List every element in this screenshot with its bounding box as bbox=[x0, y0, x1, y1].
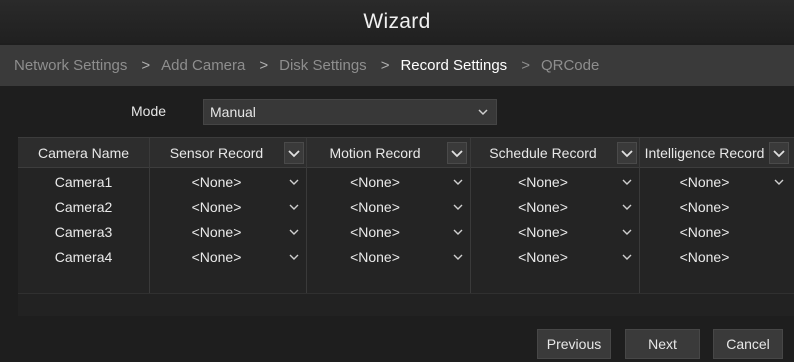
sensor-record-select[interactable]: <None> bbox=[149, 169, 284, 194]
chevron-down-icon[interactable] bbox=[773, 176, 785, 188]
camera-name-cell: Camera2 bbox=[54, 198, 113, 215]
record-settings-table: Camera Name Sensor Record Motion Record … bbox=[18, 137, 794, 316]
next-button[interactable]: Next bbox=[625, 329, 700, 359]
wizard-window: Wizard Network Settings > Add Camera > D… bbox=[0, 0, 794, 362]
chevron-down-icon[interactable] bbox=[452, 201, 464, 213]
previous-button[interactable]: Previous bbox=[537, 329, 611, 359]
chevron-down-icon bbox=[451, 150, 463, 158]
step-add-camera[interactable]: Add Camera bbox=[161, 57, 245, 74]
step-separator: > bbox=[259, 57, 269, 74]
sensor-record-select[interactable]: <None> bbox=[149, 244, 284, 269]
chevron-down-icon[interactable] bbox=[288, 226, 300, 238]
intelligence-record-select[interactable]: <None> bbox=[639, 219, 770, 244]
chevron-down-icon[interactable] bbox=[452, 251, 464, 263]
schedule-record-dropdown-button[interactable] bbox=[617, 142, 637, 164]
wizard-steps: Network Settings > Add Camera > Disk Set… bbox=[0, 45, 794, 86]
header-sensor-record: Sensor Record bbox=[169, 145, 264, 161]
intelligence-record-select[interactable]: <None> bbox=[639, 244, 770, 269]
sensor-record-select[interactable]: <None> bbox=[149, 219, 284, 244]
mode-label: Mode bbox=[131, 103, 167, 119]
chevron-down-icon bbox=[478, 109, 488, 116]
step-disk-settings[interactable]: Disk Settings bbox=[279, 57, 367, 74]
chevron-down-icon bbox=[773, 150, 785, 158]
step-separator: > bbox=[141, 57, 151, 74]
chevron-down-icon bbox=[621, 150, 633, 158]
chevron-down-icon[interactable] bbox=[288, 251, 300, 263]
intelligence-record-dropdown-button[interactable] bbox=[769, 142, 789, 164]
chevron-down-icon[interactable] bbox=[621, 251, 633, 263]
motion-record-select[interactable]: <None> bbox=[306, 169, 444, 194]
mode-row: Mode Manual bbox=[0, 99, 794, 125]
header-schedule-record: Schedule Record bbox=[489, 145, 597, 161]
empty-row bbox=[18, 269, 794, 293]
motion-record-dropdown-button[interactable] bbox=[447, 142, 467, 164]
chevron-down-icon[interactable] bbox=[288, 201, 300, 213]
table-row[interactable]: Camera3 <None> <None> <None> <None> bbox=[18, 219, 794, 244]
schedule-record-select[interactable]: <None> bbox=[470, 219, 616, 244]
sensor-record-dropdown-button[interactable] bbox=[284, 142, 304, 164]
step-separator: > bbox=[380, 57, 390, 74]
motion-record-select[interactable]: <None> bbox=[306, 219, 444, 244]
step-separator: > bbox=[521, 57, 530, 74]
chevron-down-icon[interactable] bbox=[621, 176, 633, 188]
window-title: Wizard bbox=[363, 9, 431, 33]
title-bar: Wizard bbox=[0, 0, 794, 43]
empty-row bbox=[18, 294, 794, 316]
mode-value: Manual bbox=[210, 104, 256, 120]
chevron-down-icon[interactable] bbox=[452, 226, 464, 238]
table-row[interactable]: Camera2 <None> <None> <None> <None> bbox=[18, 194, 794, 219]
header-motion-record: Motion Record bbox=[329, 145, 421, 161]
header-camera-name: Camera Name bbox=[37, 145, 130, 161]
camera-name-cell: Camera4 bbox=[54, 248, 113, 265]
intelligence-record-select[interactable]: <None> bbox=[639, 169, 770, 194]
schedule-record-select[interactable]: <None> bbox=[470, 194, 616, 219]
motion-record-select[interactable]: <None> bbox=[306, 194, 444, 219]
cancel-button[interactable]: Cancel bbox=[713, 329, 783, 359]
header-intelligence-record: Intelligence Record bbox=[644, 145, 765, 161]
schedule-record-select[interactable]: <None> bbox=[470, 244, 616, 269]
step-network-settings[interactable]: Network Settings bbox=[14, 57, 127, 74]
chevron-down-icon[interactable] bbox=[452, 176, 464, 188]
chevron-down-icon[interactable] bbox=[288, 176, 300, 188]
camera-name-cell: Camera1 bbox=[54, 173, 113, 190]
step-qrcode[interactable]: QRCode bbox=[541, 57, 599, 74]
motion-record-select[interactable]: <None> bbox=[306, 244, 444, 269]
table-row[interactable]: Camera4 <None> <None> <None> <None> bbox=[18, 244, 794, 269]
sensor-record-select[interactable]: <None> bbox=[149, 194, 284, 219]
chevron-down-icon[interactable] bbox=[621, 226, 633, 238]
camera-name-cell: Camera3 bbox=[54, 223, 113, 240]
table-header: Camera Name Sensor Record Motion Record … bbox=[18, 138, 794, 168]
mode-select[interactable]: Manual bbox=[203, 99, 497, 125]
chevron-down-icon[interactable] bbox=[621, 201, 633, 213]
schedule-record-select[interactable]: <None> bbox=[470, 169, 616, 194]
intelligence-record-select[interactable]: <None> bbox=[639, 194, 770, 219]
chevron-down-icon bbox=[288, 150, 300, 158]
step-record-settings[interactable]: Record Settings bbox=[400, 57, 507, 74]
table-row[interactable]: Camera1 <None> <None> <None> <None> bbox=[18, 169, 794, 194]
